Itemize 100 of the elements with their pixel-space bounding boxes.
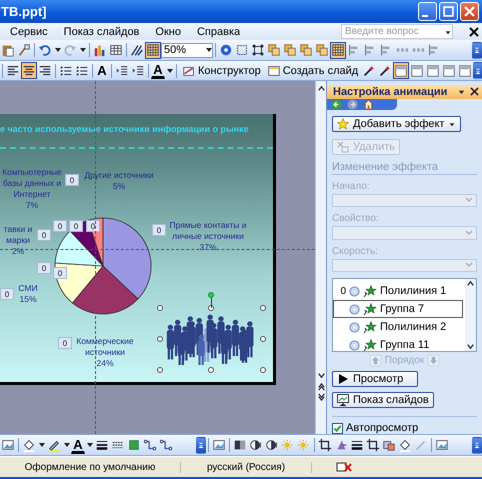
overlapping-squares-button[interactable] — [266, 42, 282, 58]
scroll-down-icon[interactable] — [316, 371, 326, 380]
font-color-button[interactable]: A — [95, 62, 109, 79]
overlapping-squares-button[interactable] — [298, 42, 314, 58]
selection-handle[interactable] — [260, 336, 266, 342]
animation-tag[interactable]: 0 — [152, 224, 166, 236]
animation-tag[interactable]: 0 — [58, 337, 72, 349]
brightness-icon — [297, 438, 311, 452]
selection-handle[interactable] — [157, 367, 163, 373]
scroll-down-icon[interactable] — [466, 342, 475, 352]
overlapping-squares-button[interactable] — [314, 42, 330, 58]
effect-icon — [363, 284, 377, 298]
guide-line[interactable] — [0, 249, 315, 250]
checkbox[interactable] — [332, 422, 343, 434]
layout-button[interactable] — [393, 62, 410, 79]
menu-item[interactable]: Показ слайдов — [62, 24, 142, 38]
layout-icon — [394, 64, 408, 78]
close-icon[interactable] — [469, 26, 479, 36]
toolbar-options-button[interactable] — [196, 436, 206, 454]
align-right-icon — [38, 64, 52, 78]
scroll-up-icon[interactable] — [316, 84, 326, 93]
zoom-combo[interactable]: 50% — [161, 42, 213, 58]
dropdown-field[interactable] — [332, 194, 477, 208]
scroll-up-icon[interactable] — [466, 279, 475, 288]
play-icon — [337, 373, 349, 386]
effect-icon — [363, 338, 377, 352]
animation-tag[interactable]: 0 — [65, 174, 79, 186]
effect-list-item[interactable]: Группа 11 — [333, 336, 463, 354]
grid-button[interactable] — [330, 42, 346, 58]
toolbar-options-button[interactable] — [473, 62, 482, 79]
align-center-button[interactable] — [21, 62, 37, 79]
animation-tag[interactable]: 0 — [86, 220, 100, 232]
line-style-icon — [350, 438, 364, 452]
animation-tag[interactable]: 0 — [37, 229, 51, 241]
close-button[interactable] — [460, 2, 479, 21]
selection-handle[interactable] — [260, 367, 266, 373]
brush-button[interactable] — [16, 42, 32, 58]
next-slide-icon[interactable] — [316, 393, 326, 402]
mouse-click-icon — [349, 322, 360, 333]
crop-icon — [366, 438, 380, 452]
list-icon — [59, 64, 73, 78]
home-icon[interactable] — [363, 99, 374, 110]
brightness-icon — [281, 438, 295, 452]
toolbar-button[interactable]: Конструктор — [179, 62, 264, 79]
caret-icon — [38, 443, 44, 447]
animation-tag[interactable]: 0 — [53, 220, 67, 232]
effect-list-item[interactable]: 0 Полилиния 1 — [333, 282, 463, 300]
selection-handle[interactable] — [157, 336, 163, 342]
maximize-button[interactable] — [439, 2, 458, 21]
rotation-handle[interactable] — [208, 292, 214, 298]
animation-tag[interactable]: 0 — [0, 288, 14, 300]
animation-tag[interactable]: 0 — [53, 267, 67, 279]
grid-button[interactable] — [145, 42, 161, 58]
selection-handle[interactable] — [208, 367, 214, 373]
menu-item[interactable]: Сервис — [8, 24, 50, 38]
animation-tag[interactable]: 0 — [69, 220, 83, 232]
toolbar-button[interactable]: Создать слайд — [264, 62, 362, 79]
wand-icon — [378, 64, 392, 78]
caret-icon — [86, 443, 92, 447]
crop-button[interactable] — [317, 436, 333, 454]
slide-show-button[interactable]: Показ слайдов — [332, 392, 434, 408]
previous-slide-icon[interactable] — [316, 382, 326, 391]
close-icon[interactable] — [470, 87, 479, 96]
effect-icon — [363, 302, 377, 316]
dropdown-field[interactable] — [332, 226, 477, 240]
overlapping-squares-icon — [299, 43, 313, 57]
effect-list-item[interactable]: Группа 7 — [333, 300, 463, 318]
list-scrollbar[interactable] — [465, 279, 476, 352]
forward-icon[interactable] — [347, 99, 358, 110]
table-icon — [109, 43, 123, 57]
minimize-icon — [422, 14, 428, 16]
effect-icon — [363, 320, 377, 334]
selection-handle[interactable] — [157, 305, 163, 311]
caret-icon — [80, 48, 86, 52]
layout-icon — [442, 64, 456, 78]
overlapping-squares-icon — [267, 43, 281, 57]
add-effect-button[interactable]: Добавить эффект — [332, 116, 462, 132]
minimize-button[interactable] — [418, 2, 437, 21]
guide-line[interactable] — [95, 81, 96, 434]
dropdown-field[interactable] — [332, 258, 477, 272]
align-left-icon — [6, 64, 20, 78]
selection-handle[interactable] — [208, 305, 214, 311]
menu-item[interactable]: Окно — [153, 24, 183, 38]
back-icon[interactable] — [331, 99, 342, 110]
toolbar-options-button[interactable] — [472, 42, 482, 58]
crop-button[interactable] — [365, 436, 381, 454]
status-text: русский (Россия) — [181, 462, 312, 472]
animation-tag[interactable]: 0 — [37, 262, 51, 274]
overlapping-squares-button[interactable] — [282, 42, 298, 58]
clipboard-icon — [1, 43, 15, 57]
effect-name: Группа 11 — [380, 339, 430, 352]
help-search-field[interactable]: Введите вопрос — [341, 24, 453, 39]
effect-list-item[interactable]: Полилиния 2 — [333, 318, 463, 336]
menu-item[interactable]: Справка — [194, 24, 242, 38]
selection-handle[interactable] — [260, 305, 266, 311]
field-label: Скорость: — [332, 246, 379, 257]
crop-icon — [318, 438, 332, 452]
play-button[interactable]: Просмотр — [332, 371, 418, 388]
overlapping-squares-icon — [283, 43, 297, 57]
toolbar-options-button[interactable] — [472, 436, 482, 454]
